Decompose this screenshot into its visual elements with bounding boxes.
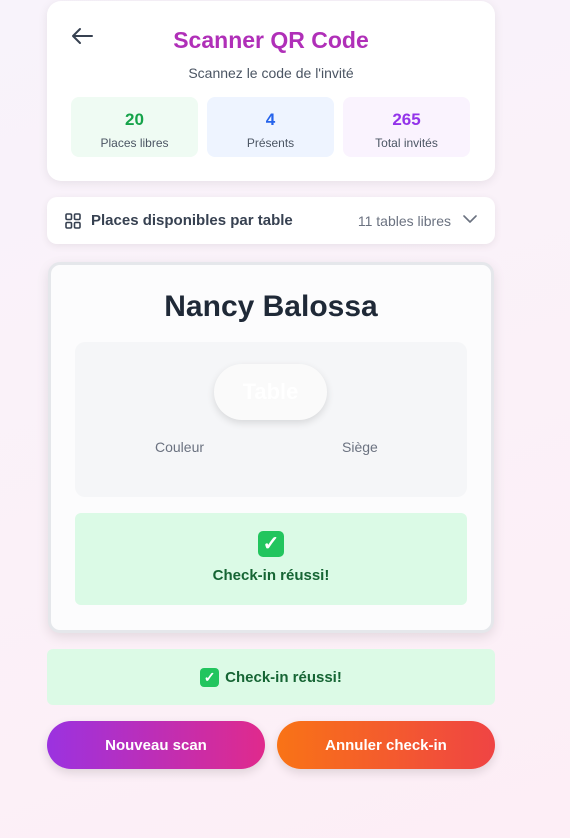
cancel-checkin-button[interactable]: Annuler check-in bbox=[277, 721, 495, 769]
page-subtitle: Scannez le code de l'invité bbox=[188, 65, 354, 81]
stat-total-label: Total invités bbox=[375, 136, 438, 150]
checkin-success-banner: ✓ Check-in réussi! bbox=[47, 649, 495, 705]
color-label: Couleur bbox=[155, 439, 205, 455]
tables-bar-label: Places disponibles par table bbox=[91, 212, 293, 229]
seat-label: Siège bbox=[342, 439, 378, 455]
stat-total-value: 265 bbox=[392, 110, 421, 129]
checkin-success-message: Check-in réussi! bbox=[212, 567, 330, 584]
check-mark-icon: ✓ bbox=[258, 531, 284, 557]
seat-info-panel: Table Couleur Siège bbox=[75, 342, 467, 497]
banner-message: Check-in réussi! bbox=[225, 668, 342, 686]
stat-present-value: 4 bbox=[265, 110, 276, 129]
guest-name: Nancy Balossa bbox=[164, 290, 378, 323]
tables-free-count: 11 tables libres bbox=[357, 213, 451, 229]
check-mark-icon: ✓ bbox=[200, 667, 220, 687]
stat-free-value: 20 bbox=[125, 110, 144, 129]
stat-present-label: Présents bbox=[246, 136, 295, 150]
page-title: Scanner QR Code bbox=[173, 27, 369, 53]
stat-present: 4 Présents bbox=[207, 97, 334, 157]
chevron-down-icon[interactable] bbox=[463, 214, 477, 224]
table-badge: Table bbox=[214, 364, 327, 420]
grid-icon bbox=[65, 213, 81, 229]
new-scan-button[interactable]: Nouveau scan bbox=[47, 721, 265, 769]
header-card: Scanner QR Code Scannez le code de l'inv… bbox=[47, 1, 495, 181]
stat-free-label: Places libres bbox=[100, 136, 169, 150]
checkin-success-box: ✓ Check-in réussi! bbox=[75, 513, 467, 605]
stat-total-guests: 265 Total invités bbox=[343, 97, 470, 157]
stat-free-places: 20 Places libres bbox=[71, 97, 198, 157]
guest-card: Nancy Balossa Table Couleur Siège ✓ Chec… bbox=[48, 262, 494, 633]
tables-availability-toggle[interactable]: Places disponibles par table 11 tables l… bbox=[47, 197, 495, 244]
